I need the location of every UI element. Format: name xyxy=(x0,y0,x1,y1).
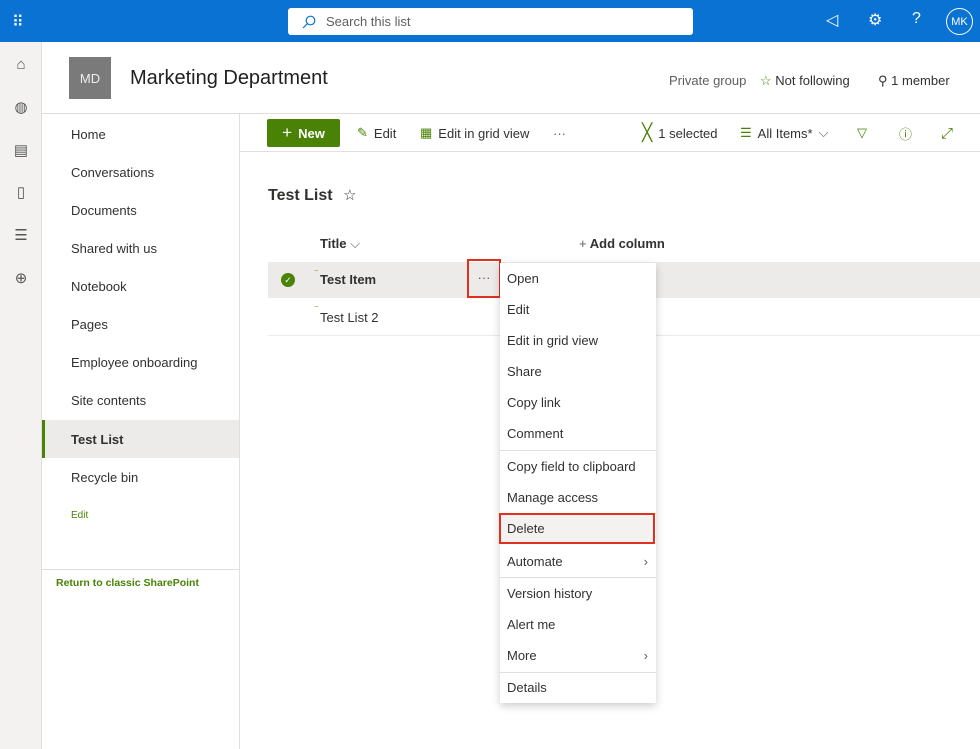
more-label: More xyxy=(507,648,537,663)
edit-grid-button[interactable]: ▦ Edit in grid view xyxy=(420,114,529,152)
chevron-right-icon: › xyxy=(643,554,648,569)
item-more-actions-button[interactable]: ··· xyxy=(467,259,501,298)
edit-button[interactable]: ✎ Edit xyxy=(357,114,396,152)
menu-item-version-history[interactable]: Version history xyxy=(500,578,656,609)
news-icon[interactable]: ▤ xyxy=(11,141,31,161)
menu-item-manage-access[interactable]: Manage access xyxy=(500,482,656,513)
view-label: All Items* xyxy=(757,125,813,141)
more-commands-button[interactable]: ··· xyxy=(553,114,566,152)
info-icon[interactable]: ⓘ xyxy=(899,114,912,152)
edit-label: Edit xyxy=(373,125,397,141)
expand-icon[interactable]: ⤢ xyxy=(941,114,953,152)
selected-count: 1 selected xyxy=(658,125,718,141)
column-title-label: Title xyxy=(320,236,347,251)
view-list-icon: ☰ xyxy=(740,125,752,140)
chevron-down-icon: ⌵ xyxy=(818,125,829,140)
nav-edit-link[interactable]: Edit xyxy=(71,510,88,521)
close-icon: ╳ xyxy=(642,123,653,142)
divider xyxy=(42,569,239,570)
context-menu: Open Edit Edit in grid view Share Copy l… xyxy=(499,263,656,703)
search-icon xyxy=(302,15,316,28)
person-icon: ⚲ xyxy=(878,73,888,88)
menu-item-edit-grid[interactable]: Edit in grid view xyxy=(500,325,656,356)
nav-item-site-contents[interactable]: Site contents xyxy=(42,381,239,419)
filter-icon[interactable]: ▽ xyxy=(857,114,867,152)
star-icon: ☆ xyxy=(760,73,772,88)
menu-item-copy-link[interactable]: Copy link xyxy=(500,387,656,418)
add-icon[interactable]: ⊕ xyxy=(11,269,31,289)
search-input[interactable]: Search this list xyxy=(288,8,693,35)
clear-selection-button[interactable]: ╳ 1 selected xyxy=(642,114,718,152)
left-nav: Home Conversations Documents Shared with… xyxy=(42,113,240,749)
members-label: 1 member xyxy=(891,73,950,88)
add-column-button[interactable]: + Add column xyxy=(579,236,665,251)
chevron-down-icon: ⌵ xyxy=(350,236,360,251)
list-icon[interactable]: ☰ xyxy=(11,226,31,246)
item-title[interactable]: Test Item xyxy=(320,272,376,287)
home-icon[interactable]: ⌂ xyxy=(11,56,31,76)
new-label: New xyxy=(298,125,325,141)
grid-label: Edit in grid view xyxy=(438,125,530,141)
document-icon[interactable]: ▯ xyxy=(11,183,31,203)
site-title[interactable]: Marketing Department xyxy=(130,67,328,90)
plus-icon: + xyxy=(282,123,293,142)
follow-button[interactable]: ☆ Not following xyxy=(760,73,850,89)
grid-icon: ▦ xyxy=(420,125,433,140)
avatar[interactable]: MK xyxy=(946,8,973,35)
item-title[interactable]: Test List 2 xyxy=(320,310,379,325)
nav-item-home[interactable]: Home xyxy=(42,115,239,153)
list-title-text: Test List xyxy=(268,187,333,204)
privacy-label: Private group xyxy=(669,73,747,88)
nav-item-employee-onboarding[interactable]: Employee onboarding xyxy=(42,343,239,381)
column-header-title[interactable]: Title ⌵ xyxy=(320,236,360,252)
plus-icon: + xyxy=(579,236,587,251)
list-title: Test List ☆ xyxy=(268,186,357,205)
pencil-icon: ✎ xyxy=(357,125,368,140)
follow-label: Not following xyxy=(775,73,850,88)
nav-item-conversations[interactable]: Conversations xyxy=(42,153,239,191)
command-bar: + New ✎ Edit ▦ Edit in grid view ··· ╳ 1 sel… xyxy=(240,113,980,152)
view-selector[interactable]: ☰ All Items* ⌵ xyxy=(740,114,828,152)
favorite-star-icon[interactable]: ☆ xyxy=(343,187,356,204)
menu-item-details[interactable]: Details xyxy=(500,672,656,703)
nav-item-notebook[interactable]: Notebook xyxy=(42,267,239,305)
nav-item-shared[interactable]: Shared with us xyxy=(42,229,239,267)
menu-item-comment[interactable]: Comment xyxy=(500,418,656,449)
menu-item-share[interactable]: Share xyxy=(500,356,656,387)
new-item-icon: ⁻ xyxy=(314,303,319,313)
gear-icon[interactable]: ⚙ xyxy=(868,10,882,30)
chevron-right-icon: › xyxy=(643,648,648,663)
return-classic-link[interactable]: Return to classic SharePoint xyxy=(56,577,199,589)
site-logo: MD xyxy=(69,57,111,99)
menu-item-alert-me[interactable]: Alert me xyxy=(500,609,656,640)
nav-item-recycle-bin[interactable]: Recycle bin xyxy=(42,458,239,496)
row-checkbox-checked-icon[interactable]: ✓ xyxy=(281,273,295,287)
new-item-icon: ⁻ xyxy=(314,267,319,277)
members-button[interactable]: ⚲ 1 member xyxy=(878,73,950,89)
megaphone-icon[interactable]: ◁ xyxy=(826,10,838,30)
globe-icon[interactable]: ◍ xyxy=(11,98,31,118)
nav-item-pages[interactable]: Pages xyxy=(42,305,239,343)
automate-label: Automate xyxy=(507,554,563,569)
menu-item-delete[interactable]: Delete xyxy=(499,513,655,544)
nav-item-test-list[interactable]: Test List xyxy=(42,420,239,458)
menu-item-automate[interactable]: Automate › xyxy=(500,546,656,577)
app-launcher-icon[interactable]: ⠿ xyxy=(12,12,24,32)
menu-item-open[interactable]: Open xyxy=(500,263,656,294)
menu-item-edit[interactable]: Edit xyxy=(500,294,656,325)
app-rail: ⌂ ◍ ▤ ▯ ☰ ⊕ xyxy=(0,42,42,749)
menu-item-copy-field[interactable]: Copy field to clipboard xyxy=(500,451,656,482)
top-bar: ⠿ Search this list ◁ ⚙ ? MK xyxy=(0,0,980,42)
menu-item-more[interactable]: More › xyxy=(500,640,656,671)
search-placeholder: Search this list xyxy=(326,14,411,29)
add-column-label: Add column xyxy=(589,236,665,251)
nav-item-documents[interactable]: Documents xyxy=(42,191,239,229)
help-icon[interactable]: ? xyxy=(912,10,921,28)
new-button[interactable]: + New xyxy=(267,119,340,147)
